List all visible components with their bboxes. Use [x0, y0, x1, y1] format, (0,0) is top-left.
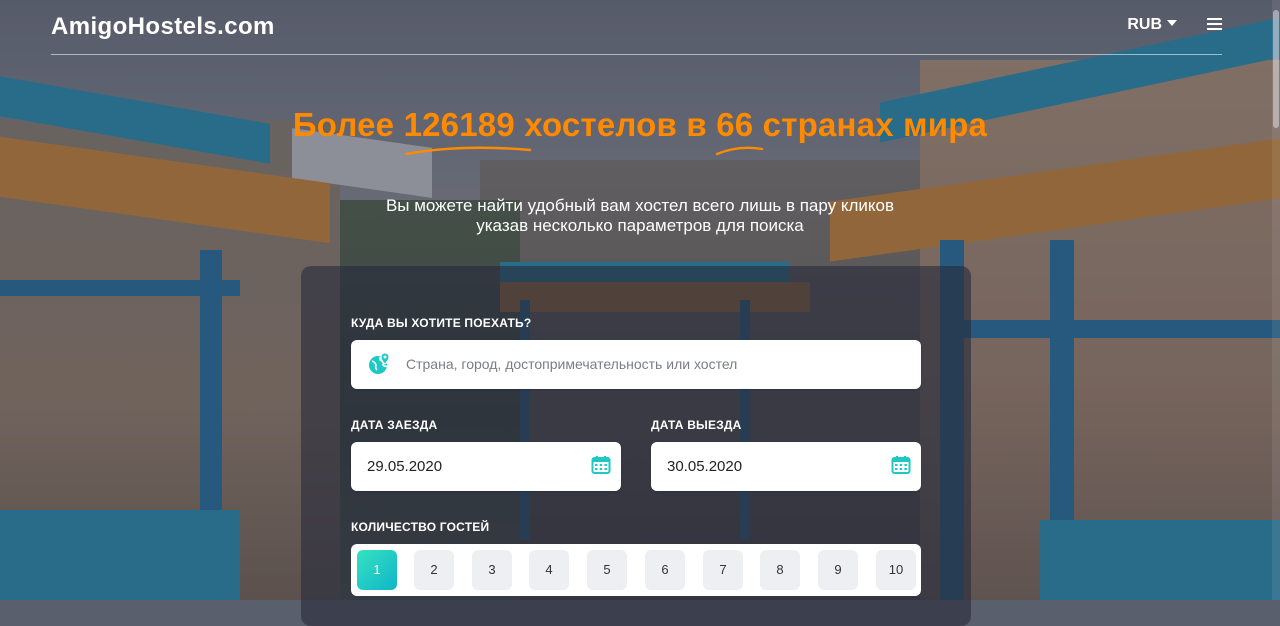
site-logo[interactable]: AmigoHostels.com [51, 13, 275, 41]
checkout-label: ДАТА ВЫЕЗДА [651, 418, 742, 432]
checkout-field[interactable]: 30.05.2020 [651, 442, 921, 491]
guests-selector: 1 2 3 4 5 6 7 8 9 10 [351, 544, 921, 596]
calendar-icon[interactable] [891, 455, 911, 475]
checkin-value: 29.05.2020 [367, 458, 443, 475]
calendar-icon[interactable] [591, 455, 611, 475]
page-scrollbar[interactable] [1272, 0, 1280, 600]
caret-down-icon [1167, 20, 1177, 26]
menu-icon[interactable] [1207, 18, 1222, 31]
countries-count: 66 [715, 106, 764, 156]
checkin-label: ДАТА ЗАЕЗДА [351, 418, 438, 432]
destination-label: КУДА ВЫ ХОТИТЕ ПОЕХАТЬ? [351, 316, 532, 330]
site-header: AmigoHostels.com RUB [51, 0, 1222, 55]
guest-option-8[interactable]: 8 [760, 550, 800, 590]
guest-option-4[interactable]: 4 [529, 550, 569, 590]
guests-label: КОЛИЧЕСТВО ГОСТЕЙ [351, 520, 490, 534]
hostels-count: 126189 [404, 106, 531, 156]
guest-option-7[interactable]: 7 [703, 550, 743, 590]
destination-placeholder: Страна, город, достопримечательность или… [406, 356, 738, 372]
globe-pin-icon [369, 352, 390, 374]
scrollbar-thumb[interactable] [1273, 10, 1279, 128]
guest-option-1[interactable]: 1 [357, 550, 397, 590]
guest-option-6[interactable]: 6 [645, 550, 685, 590]
guest-option-2[interactable]: 2 [414, 550, 454, 590]
currency-selector[interactable]: RUB [1127, 16, 1177, 34]
guest-option-5[interactable]: 5 [587, 550, 627, 590]
guest-option-9[interactable]: 9 [818, 550, 858, 590]
currency-label: RUB [1127, 16, 1162, 33]
guest-option-10[interactable]: 10 [876, 550, 916, 590]
search-panel: КУДА ВЫ ХОТИТЕ ПОЕХАТЬ? Страна, город, д… [301, 266, 971, 626]
guest-option-3[interactable]: 3 [472, 550, 512, 590]
hero-title: Более 126189 хостелов в 66 странах мира [0, 106, 1280, 156]
checkin-field[interactable]: 29.05.2020 [351, 442, 621, 491]
hero-subtitle: Вы можете найти удобный вам хостел всего… [385, 196, 895, 235]
checkout-value: 30.05.2020 [667, 458, 743, 475]
destination-field[interactable]: Страна, город, достопримечательность или… [351, 340, 921, 389]
